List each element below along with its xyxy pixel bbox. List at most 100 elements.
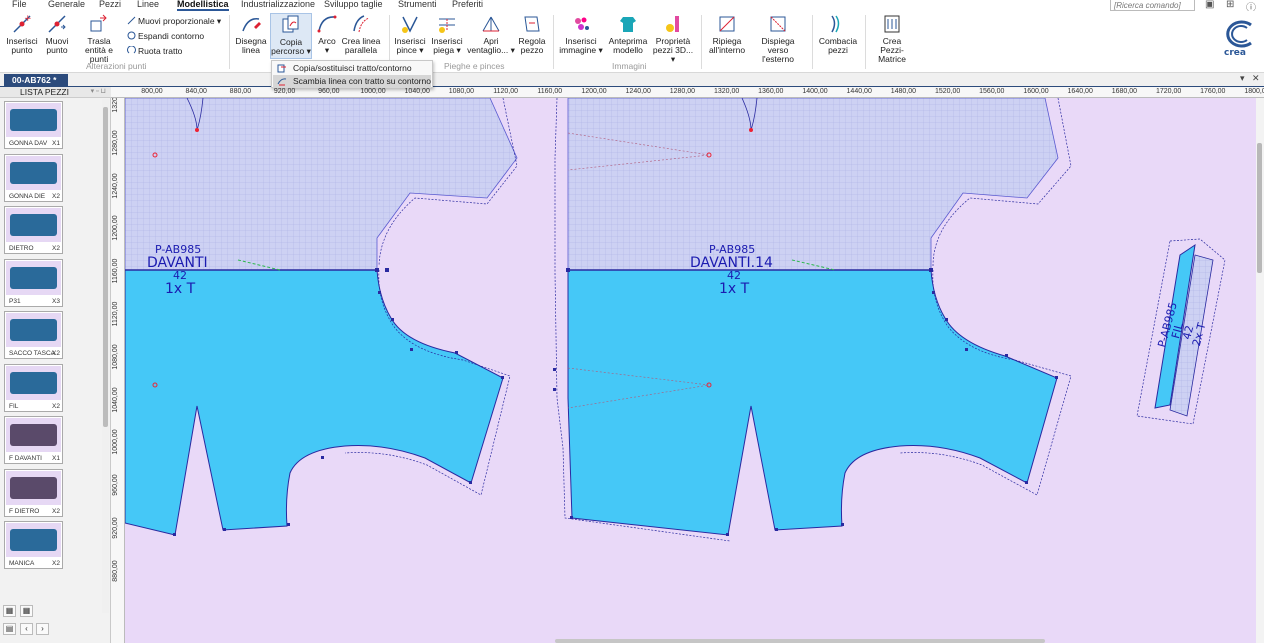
- y-ruler-label: 880,00: [112, 560, 119, 582]
- rotate-icon: [127, 46, 136, 54]
- dropdown-item-scambia-linea[interactable]: Scambia linea con tratto su contorno: [273, 75, 431, 88]
- view-list-button[interactable]: ▤: [3, 623, 16, 635]
- scrollbar-thumb[interactable]: [1257, 143, 1262, 273]
- scrollbar-thumb[interactable]: [103, 107, 108, 427]
- piece-list-scrollbar[interactable]: [102, 99, 109, 613]
- inserisci-immagine-button[interactable]: Inserisci immagine ▾: [558, 13, 604, 55]
- muovi-proporzionale-button[interactable]: Muovi proporzionale ▾: [127, 16, 221, 27]
- piece-name: MANICA: [9, 560, 35, 567]
- espandi-contorno-button[interactable]: Espandi contorno: [127, 31, 204, 41]
- piece-list-item[interactable]: P31 X3: [4, 258, 63, 307]
- x-ruler-label: 1200,00: [581, 88, 607, 95]
- trasla-button[interactable]: Trasla entità e punti: [76, 13, 122, 64]
- piece-list-item[interactable]: GONNA DAV X1: [4, 101, 63, 149]
- piece-thumbnail-shape: [10, 266, 57, 289]
- view-grid-button[interactable]: ▦: [3, 605, 16, 617]
- label: Anteprima modello: [608, 36, 648, 55]
- close-tab-icon[interactable]: ✕: [1252, 73, 1260, 84]
- label: Muovi punto: [45, 36, 69, 55]
- menu-sviluppo-taglie[interactable]: Sviluppo taglie: [324, 0, 383, 9]
- dropdown-item-copia-sostituisci[interactable]: Copia/sostituisci tratto/contorno: [273, 62, 431, 75]
- command-search-input[interactable]: [Ricerca comando]: [1110, 0, 1195, 11]
- y-ruler-label: 920,00: [112, 517, 119, 539]
- y-ruler-label: 1320,00: [112, 98, 119, 113]
- apri-ventaglio-button[interactable]: Apri ventaglio... ▾: [467, 13, 515, 55]
- copy-replace-icon: [277, 64, 286, 73]
- piece-qty-label: 1x T: [719, 281, 750, 297]
- layout-icon[interactable]: ▣: [1205, 0, 1214, 10]
- label: Crea linea parallela: [341, 36, 381, 55]
- piece-list-item[interactable]: FIL X2: [4, 363, 63, 412]
- piece-list-item[interactable]: F DAVANTI X1: [4, 416, 63, 464]
- tab-list-icon[interactable]: ▾: [1240, 73, 1245, 84]
- piece-name: SACCO TASCA: [9, 350, 55, 357]
- menu-industrializzazione[interactable]: Industrializzazione: [241, 0, 315, 9]
- piece-list-item[interactable]: SACCO TASCA X2: [4, 311, 63, 359]
- inserisci-punto-button[interactable]: + Inserisci punto: [3, 13, 41, 55]
- settings-icon[interactable]: ⊞: [1226, 0, 1234, 10]
- menu-linee[interactable]: Linee: [137, 0, 159, 9]
- insert-point-icon: +: [13, 14, 32, 33]
- label: Combacia pezzi: [818, 36, 858, 55]
- x-ruler-label: 1480,00: [890, 88, 917, 95]
- arco-button[interactable]: Arco ▾: [316, 13, 338, 55]
- menu-file[interactable]: File: [12, 0, 27, 9]
- arc-icon: [317, 15, 337, 33]
- dispiega-esterno-button[interactable]: Dispiega verso l'esterno: [751, 13, 805, 64]
- panel-controls-icon[interactable]: ▾ ▫ ⊔: [91, 87, 106, 95]
- ripiega-interno-button[interactable]: Ripiega all'interno: [705, 13, 749, 55]
- crea-logo: crea: [1224, 20, 1252, 57]
- piece-list-item[interactable]: F DIETRO X2: [4, 468, 63, 517]
- crea-linea-parallela-button[interactable]: Crea linea parallela: [341, 13, 381, 55]
- canvas-horizontal-scrollbar[interactable]: [555, 639, 1045, 643]
- drawing-canvas[interactable]: P-AB985 DAVANTI 42 1x T P-AB985 DAVANTI.…: [125, 98, 1256, 643]
- canvas-vertical-scrollbar[interactable]: [1256, 98, 1264, 643]
- piece-davanti-14[interactable]: P-AB985 DAVANTI.14 42 1x T: [553, 98, 1072, 542]
- piece-thumbnail: [6, 260, 61, 295]
- label: Ripiega all'interno: [708, 36, 746, 55]
- piece-thumbnail-shape: [10, 424, 57, 446]
- label: Copia/sostituisci tratto/contorno: [293, 63, 412, 73]
- inserisci-piega-button[interactable]: Inserisci piega ▾: [430, 13, 464, 55]
- label: Dispiega verso l'esterno: [761, 36, 795, 64]
- piece-list-item[interactable]: GONNA DIE X2: [4, 153, 63, 202]
- x-ruler-label: 960,00: [318, 88, 340, 95]
- label: Disegna linea: [235, 36, 267, 55]
- x-ruler-label: 880,00: [229, 88, 252, 95]
- piece-qty: X2: [52, 192, 60, 200]
- x-ruler-label: 1040,00: [404, 88, 430, 95]
- crea-pezzi-matrice-button[interactable]: Crea Pezzi-Matrice: [870, 13, 914, 64]
- next-button[interactable]: ›: [36, 623, 49, 635]
- menu-pezzi[interactable]: Pezzi: [99, 0, 121, 9]
- y-ruler-label: 1120,00: [112, 301, 119, 327]
- label: Apri ventaglio...: [467, 36, 509, 55]
- menu-modellistica[interactable]: Modellistica: [177, 0, 229, 11]
- piece-thumbnail-shape: [10, 371, 57, 394]
- document-tab[interactable]: 00-AB762 *: [4, 74, 68, 87]
- ruota-tratto-button[interactable]: Ruota tratto: [127, 46, 182, 56]
- y-ruler-label: 1240,00: [112, 172, 119, 199]
- piece-list-item[interactable]: MANICA X2: [4, 521, 63, 569]
- piece-fil[interactable]: P-AB985 FIL 42 2x T: [1136, 238, 1226, 425]
- menu-strumenti[interactable]: Strumenti: [398, 0, 437, 9]
- disegna-linea-button[interactable]: Disegna linea: [233, 13, 269, 55]
- menu-preferiti[interactable]: Preferiti: [452, 0, 483, 9]
- menu-generale[interactable]: Generale: [48, 0, 85, 9]
- combacia-pezzi-button[interactable]: Combacia pezzi: [818, 13, 858, 55]
- piece-davanti[interactable]: P-AB985 DAVANTI 42 1x T: [125, 98, 518, 536]
- inserisci-pince-button[interactable]: Inserisci pince ▾: [393, 13, 427, 55]
- anteprima-modello-button[interactable]: Anteprima modello: [607, 13, 649, 55]
- regola-pezzo-button[interactable]: Regola pezzo: [518, 13, 546, 55]
- prev-button[interactable]: ‹: [20, 623, 33, 635]
- piece-list-item[interactable]: DIETRO X2: [4, 206, 63, 254]
- label: Inserisci piega: [431, 36, 463, 55]
- x-ruler-label: 1240,00: [625, 88, 651, 95]
- copia-percorso-button[interactable]: Copia percorso ▾: [270, 13, 312, 59]
- create-matrix-icon: [884, 15, 900, 33]
- horizontal-ruler: 800,00 840,00 880,00 920,00 960,00 1000,00 104…: [111, 87, 1264, 98]
- muovi-punto-button[interactable]: Muovi punto: [42, 13, 72, 55]
- expand-icon: [127, 31, 136, 40]
- view-alt-button[interactable]: ▦: [20, 605, 33, 617]
- proprieta-pezzi-3d-button[interactable]: Proprietà pezzi 3D... ▾: [651, 13, 695, 64]
- piece-qty: X2: [52, 402, 60, 410]
